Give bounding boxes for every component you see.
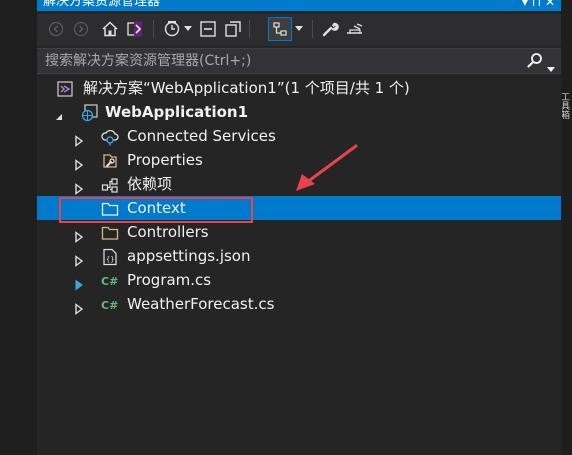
forward-button[interactable] xyxy=(70,18,92,40)
toolbar-separator xyxy=(249,20,250,38)
csharp-file-icon: C# xyxy=(101,272,118,288)
web-project-icon xyxy=(81,104,98,122)
program-label: Program.cs xyxy=(127,271,212,289)
back-icon xyxy=(48,21,64,37)
collapsed-arrow-icon[interactable] xyxy=(73,250,85,267)
search-bar xyxy=(37,48,561,74)
connected-services-label: Connected Services xyxy=(127,127,276,145)
tree-row-appsettings[interactable]: {} appsettings.json xyxy=(37,244,561,268)
search-options-dropdown[interactable] xyxy=(547,58,555,77)
solution-label: 解决方案“WebApplication1”(1 个项目/共 1 个) xyxy=(83,79,410,97)
search-icon xyxy=(527,53,542,68)
switch-views-button[interactable] xyxy=(124,18,146,40)
search-button[interactable] xyxy=(527,52,543,72)
tree-row-program[interactable]: C# Program.cs xyxy=(37,268,561,292)
switch-views-icon xyxy=(127,21,142,37)
show-all-files-icon xyxy=(225,21,241,37)
pending-changes-dropdown[interactable] xyxy=(181,18,195,40)
properties-button[interactable] xyxy=(319,18,341,40)
home-icon xyxy=(102,21,118,37)
project-label: WebApplication1 xyxy=(105,103,249,121)
annotation-highlight-box xyxy=(59,197,253,223)
appsettings-label: appsettings.json xyxy=(127,247,251,265)
toolbar-separator xyxy=(312,20,313,38)
panel-title-buttons[interactable]: ▾ ⊓ ✕ xyxy=(522,0,555,10)
toolbar xyxy=(37,14,561,46)
panel-title-bar[interactable]: 解决方案资源管理器 ▾ ⊓ ✕ xyxy=(37,0,561,11)
forward-icon xyxy=(73,21,89,37)
collapsed-arrow-icon[interactable] xyxy=(73,274,85,291)
chevron-down-icon xyxy=(295,26,303,31)
pending-changes-button[interactable] xyxy=(161,18,183,40)
collapsed-arrow-icon[interactable] xyxy=(73,130,85,147)
collapse-all-button[interactable] xyxy=(197,18,219,40)
side-tab-label[interactable]: 工具箱 xyxy=(562,92,571,128)
panel-title: 解决方案资源管理器 xyxy=(43,0,161,9)
pending-changes-icon xyxy=(164,21,180,37)
toolbar-separator xyxy=(153,20,154,38)
sync-active-document-button[interactable] xyxy=(268,17,292,41)
json-file-icon: {} xyxy=(101,248,117,266)
collapsed-arrow-icon[interactable] xyxy=(73,298,85,315)
tree-row-connected-services[interactable]: Connected Services xyxy=(37,124,561,148)
wrench-icon xyxy=(322,22,339,37)
svg-text:{}: {} xyxy=(106,256,114,264)
properties-label: Properties xyxy=(127,151,203,169)
home-button[interactable] xyxy=(99,18,121,40)
connected-services-icon xyxy=(101,128,119,146)
chevron-down-icon xyxy=(547,67,555,72)
tree-row-dependencies[interactable]: 依赖项 xyxy=(37,172,561,196)
preview-icon xyxy=(347,23,363,34)
solution-icon xyxy=(57,80,73,97)
collapsed-arrow-icon[interactable] xyxy=(73,154,85,171)
tree-row-project[interactable]: WebApplication1 xyxy=(37,100,561,124)
preview-button[interactable] xyxy=(344,18,366,40)
folder-icon xyxy=(101,224,119,240)
dependencies-label: 依赖项 xyxy=(127,175,173,193)
controllers-label: Controllers xyxy=(127,223,209,241)
back-button[interactable] xyxy=(45,18,67,40)
tree-row-weatherforecast[interactable]: C# WeatherForecast.cs xyxy=(37,292,561,316)
tree-row-properties[interactable]: Properties xyxy=(37,148,561,172)
csharp-file-icon: C# xyxy=(101,296,118,312)
solution-explorer-panel: 解决方案资源管理器 ▾ ⊓ ✕ 搜索解决方案资源管理器(Ctrl+;) 解决方案… xyxy=(37,0,561,455)
search-input[interactable] xyxy=(37,49,517,73)
sync-active-document-icon xyxy=(273,22,287,36)
chevron-down-icon xyxy=(184,26,192,31)
svg-text:C#: C# xyxy=(101,299,118,312)
show-all-files-button[interactable] xyxy=(222,18,244,40)
collapsed-arrow-icon[interactable] xyxy=(73,178,85,195)
collapsed-arrow-icon[interactable] xyxy=(73,226,85,243)
weatherforecast-label: WeatherForecast.cs xyxy=(127,295,275,313)
collapse-all-icon xyxy=(200,21,216,37)
editor-left-strip xyxy=(0,0,37,455)
svg-text:C#: C# xyxy=(101,275,118,288)
dependencies-icon xyxy=(101,176,118,193)
properties-folder-icon xyxy=(101,152,117,168)
sync-dropdown[interactable] xyxy=(292,18,306,40)
tree-row-controllers[interactable]: Controllers xyxy=(37,220,561,244)
right-side-tab-strip: 工具箱 xyxy=(561,0,572,455)
tree-row-solution[interactable]: 解决方案“WebApplication1”(1 个项目/共 1 个) xyxy=(37,76,561,100)
expanded-arrow-icon[interactable] xyxy=(53,106,65,120)
